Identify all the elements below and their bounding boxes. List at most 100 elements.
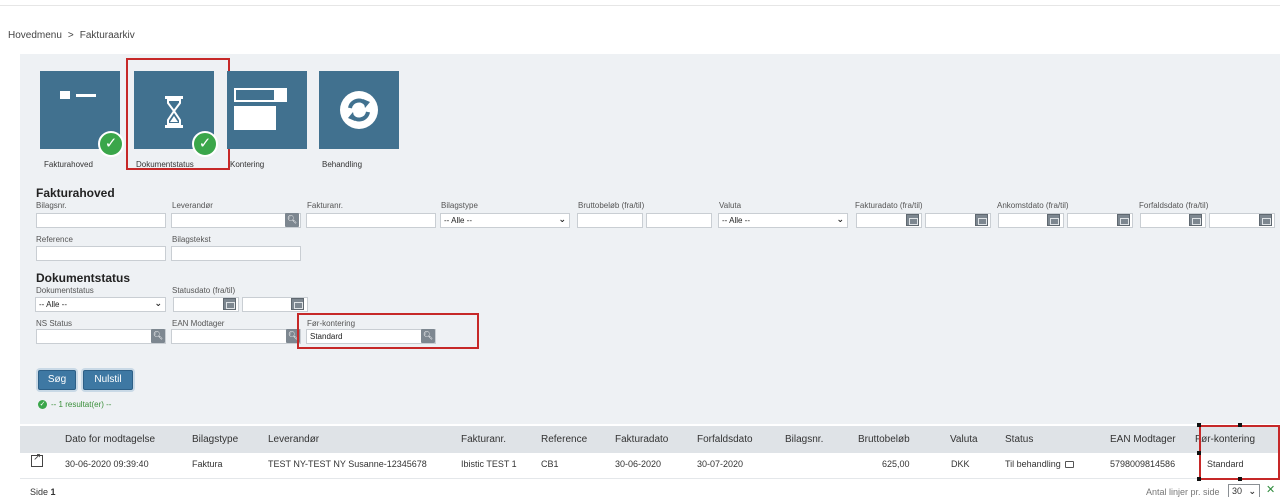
- calendar-icon[interactable]: [223, 298, 236, 310]
- rows-per-page-select[interactable]: 30 ⌄: [1228, 484, 1260, 497]
- check-icon: ✓: [98, 131, 124, 157]
- resize-handle[interactable]: [1238, 477, 1242, 481]
- col-reference[interactable]: Reference: [541, 434, 587, 445]
- cell-ean: 5798009814586: [1110, 459, 1176, 469]
- tile-label-kontering: Kontering: [230, 160, 265, 169]
- resize-handle[interactable]: [1197, 423, 1201, 427]
- col-forfaldsdato[interactable]: Forfaldsdato: [697, 434, 753, 445]
- bilagstekst-input[interactable]: [171, 246, 301, 261]
- col-ean[interactable]: EAN Modtager: [1110, 434, 1176, 445]
- highlight-box-forkontering-column: [1199, 425, 1280, 480]
- refresh-icon: [340, 91, 378, 129]
- chevron-down-icon: ⌄: [154, 298, 162, 308]
- valuta-label: Valuta: [719, 201, 742, 210]
- chevron-down-icon: ⌄: [1248, 486, 1256, 496]
- calendar-icon[interactable]: [906, 214, 919, 226]
- export-excel-icon[interactable]: ✕: [1266, 484, 1278, 496]
- chevron-down-icon: ⌄: [558, 214, 566, 224]
- ns-status-input[interactable]: [36, 329, 166, 344]
- cell-fakturadato: 30-06-2020: [615, 459, 662, 469]
- cell-status-text: Til behandling: [1005, 459, 1061, 469]
- tile-label-behandling: Behandling: [322, 160, 363, 169]
- cell-bilagstype: Faktura: [192, 459, 223, 469]
- header-icon: [60, 91, 70, 99]
- page-number: 1: [50, 487, 56, 497]
- calendar-icon[interactable]: [975, 214, 988, 226]
- cell-leverandor: TEST NY-TEST NY Susanne-12345678: [268, 459, 427, 469]
- rows-per-page-label: Antal linjer pr. side: [1146, 487, 1220, 497]
- fakturanr-input[interactable]: [306, 213, 436, 228]
- col-fakturanr[interactable]: Fakturanr.: [461, 434, 506, 445]
- statusdato-label: Statusdato (fra/til): [172, 286, 236, 295]
- col-status[interactable]: Status: [1005, 434, 1033, 445]
- leverandor-search-icon[interactable]: 🔍︎: [285, 213, 299, 227]
- col-valuta[interactable]: Valuta: [950, 434, 978, 445]
- col-bruttobelob[interactable]: Bruttobeløb: [858, 434, 910, 445]
- header-line: [76, 94, 96, 97]
- ean-input[interactable]: [171, 329, 301, 344]
- section-title-dokumentstatus: Dokumentstatus: [36, 271, 131, 285]
- page-label: Side: [30, 487, 49, 497]
- reference-input[interactable]: [36, 246, 166, 261]
- comment-icon[interactable]: [1065, 461, 1075, 469]
- result-count: ✓ -- 1 resultat(er) --: [38, 400, 112, 410]
- cell-forfaldsdato: 30-07-2020: [697, 459, 744, 469]
- calendar-icon[interactable]: [291, 298, 304, 310]
- resize-handle[interactable]: [1238, 423, 1242, 427]
- top-bar: [0, 0, 1280, 6]
- result-text: -- 1 resultat(er) --: [51, 400, 112, 409]
- fakturanr-label: Fakturanr.: [307, 201, 344, 210]
- search-button[interactable]: Søg: [38, 370, 76, 390]
- calendar-icon[interactable]: [1259, 214, 1272, 226]
- open-external-icon[interactable]: [31, 452, 43, 467]
- bilagstype-select[interactable]: -- Alle -- ⌄: [440, 213, 570, 228]
- forfaldsdato-label: Forfaldsdato (fra/til): [1139, 201, 1209, 210]
- breadcrumb-home[interactable]: Hovedmenu: [8, 30, 62, 41]
- posting-tab: [276, 88, 287, 102]
- rows-per-page-value: 30: [1232, 486, 1243, 496]
- col-dato[interactable]: Dato for modtagelse: [65, 434, 155, 445]
- tile-label-fakturahoved: Fakturahoved: [44, 160, 93, 169]
- bruttobelob-label: Bruttobeløb (fra/til): [578, 201, 645, 210]
- calendar-icon[interactable]: [1047, 214, 1060, 226]
- dokumentstatus-select[interactable]: -- Alle -- ⌄: [35, 297, 166, 312]
- ns-status-search-icon[interactable]: 🔍︎: [151, 329, 165, 343]
- col-leverandor[interactable]: Leverandør: [268, 434, 319, 445]
- dokumentstatus-value: -- Alle --: [39, 300, 67, 309]
- bilagsnr-input[interactable]: [36, 213, 166, 228]
- posting-body: [234, 106, 276, 130]
- posting-icon: [234, 88, 276, 102]
- bilagstype-value: -- Alle --: [444, 216, 472, 225]
- cell-fakturanr: Ibistic TEST 1: [461, 459, 517, 469]
- cell-reference: CB1: [541, 459, 559, 469]
- valuta-value: -- Alle --: [722, 216, 750, 225]
- calendar-icon[interactable]: [1117, 214, 1130, 226]
- cell-bruttobelob: 625,00: [882, 459, 910, 469]
- col-fakturadato[interactable]: Fakturadato: [615, 434, 668, 445]
- calendar-icon[interactable]: [1189, 214, 1202, 226]
- col-bilagsnr[interactable]: Bilagsnr.: [785, 434, 823, 445]
- resize-handle[interactable]: [1197, 477, 1201, 481]
- col-bilagstype[interactable]: Bilagstype: [192, 434, 238, 445]
- valuta-select[interactable]: -- Alle -- ⌄: [718, 213, 848, 228]
- tile-kontering[interactable]: [227, 71, 307, 149]
- resize-handle[interactable]: [1197, 451, 1201, 455]
- section-title-fakturahoved: Fakturahoved: [36, 186, 115, 200]
- bilagstekst-label: Bilagstekst: [172, 235, 211, 244]
- bruttobelob-from-input[interactable]: [577, 213, 643, 228]
- reset-button[interactable]: Nulstil: [83, 370, 133, 390]
- reference-label: Reference: [36, 235, 73, 244]
- cell-status: Til behandling: [1005, 459, 1075, 469]
- bruttobelob-to-input[interactable]: [646, 213, 712, 228]
- breadcrumb: Hovedmenu > Fakturaarkiv: [8, 30, 135, 41]
- ankomstdato-label: Ankomstdato (fra/til): [997, 201, 1069, 210]
- tile-behandling[interactable]: [319, 71, 399, 149]
- highlight-box-forkontering: [297, 313, 479, 349]
- tile-fakturahoved[interactable]: ✓: [40, 71, 124, 157]
- row-divider: [20, 478, 1280, 479]
- page-indicator: Side 1: [30, 487, 56, 497]
- dokumentstatus-label: Dokumentstatus: [36, 286, 94, 295]
- leverandor-label: Leverandør: [172, 201, 213, 210]
- cell-valuta: DKK: [951, 459, 970, 469]
- leverandor-input[interactable]: [171, 213, 301, 228]
